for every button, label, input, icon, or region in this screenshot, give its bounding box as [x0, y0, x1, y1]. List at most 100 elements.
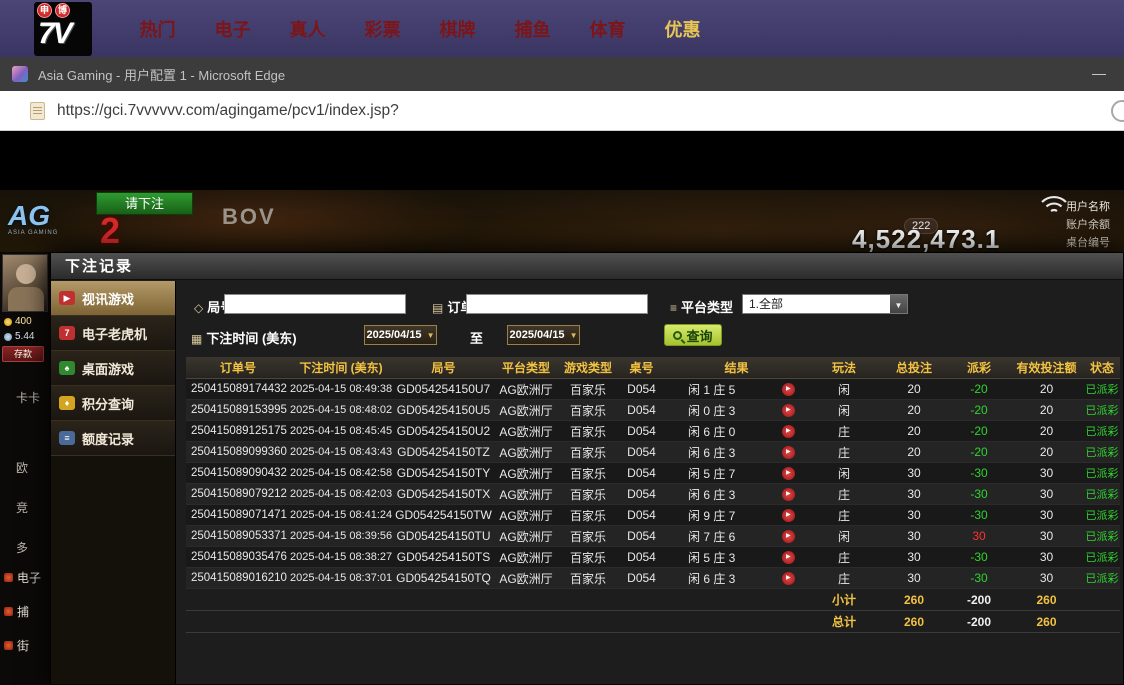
- play-video-button[interactable]: [782, 572, 795, 585]
- col-header-validbet: 有效投注额: [1009, 359, 1084, 376]
- cell-time: 2025-04-15 08:39:56: [290, 530, 392, 542]
- cell-time: 2025-04-15 08:41:24: [290, 509, 392, 521]
- browser-addressbar: https://gci.7vvvvvv.com/agingame/pcv1/in…: [0, 91, 1124, 131]
- game-lobby-header: AG ASIA GAMING 请下注 2 BOV 222 4,522,473.1…: [0, 190, 1124, 253]
- lobby-menu-item[interactable]: 多: [0, 538, 50, 558]
- lobby-menu-item[interactable]: 欧: [0, 458, 50, 478]
- chevron-down-icon[interactable]: [890, 295, 907, 313]
- menu-item-label: 额度记录: [82, 429, 134, 448]
- search-button[interactable]: 查询: [664, 324, 722, 346]
- menu-item-icon: 7: [59, 326, 75, 340]
- modal-menu-item[interactable]: ♦ 积分查询: [51, 386, 175, 421]
- cell-gametype: 百家乐: [557, 381, 619, 398]
- modal-menu-item[interactable]: ≡ 额度记录: [51, 421, 175, 456]
- cell-validbet: 30: [1009, 529, 1084, 543]
- cell-tableno: D054: [619, 382, 664, 396]
- col-header-totalbet: 总投注: [879, 359, 949, 376]
- cell-platform: AG欧洲厅: [495, 444, 557, 461]
- lobby-menu-item[interactable]: 竞: [0, 498, 50, 518]
- date-from-select[interactable]: 2025/04/15: [364, 325, 437, 345]
- modal-menu-item[interactable]: 7 电子老虎机: [51, 316, 175, 351]
- nav-item[interactable]: 优惠: [645, 16, 720, 42]
- play-video-button[interactable]: [782, 404, 795, 417]
- deposit-button[interactable]: 存款: [2, 346, 44, 362]
- minimize-button[interactable]: —: [1092, 65, 1106, 81]
- cell-round: GD054254150TX: [392, 487, 495, 501]
- url-text[interactable]: https://gci.7vvvvvv.com/agingame/pcv1/in…: [57, 102, 399, 120]
- nav-item[interactable]: 真人: [270, 16, 345, 42]
- grandtotal-totalbet: 260: [879, 615, 949, 629]
- cell-time: 2025-04-15 08:43:43: [290, 446, 392, 458]
- nav-item[interactable]: 彩票: [345, 16, 420, 42]
- table-row: 250415089053371 2025-04-15 08:39:56 GD05…: [186, 526, 1120, 547]
- date-to-select[interactable]: 2025/04/15: [507, 325, 580, 345]
- play-video-button[interactable]: [782, 551, 795, 564]
- cell-tableno: D054: [619, 445, 664, 459]
- cell-playtype: 闲: [809, 465, 879, 482]
- cell-gametype: 百家乐: [557, 423, 619, 440]
- coin-icon: [4, 318, 12, 326]
- cell-order: 250415089053371: [186, 530, 290, 542]
- cell-status: 已派彩: [1084, 549, 1120, 565]
- cell-gametype: 百家乐: [557, 465, 619, 482]
- nav-item[interactable]: 捕鱼: [495, 16, 570, 42]
- menu-item-label: 电子老虎机: [82, 324, 147, 343]
- cell-tableno: D054: [619, 403, 664, 417]
- play-video-button[interactable]: [782, 446, 795, 459]
- cell-platform: AG欧洲厅: [495, 486, 557, 503]
- cell-tableno: D054: [619, 571, 664, 585]
- cell-payout: -20: [949, 445, 1009, 459]
- cell-totalbet: 30: [879, 550, 949, 564]
- round-input[interactable]: [224, 294, 406, 314]
- modal-menu-item[interactable]: ♠ 桌面游戏: [51, 351, 175, 386]
- cell-order: 250415089079212: [186, 488, 290, 500]
- coin-value: 400: [15, 316, 32, 327]
- cell-playtype: 庄: [809, 549, 879, 566]
- play-video-button[interactable]: [782, 467, 795, 480]
- cell-order: 250415089090432: [186, 467, 290, 479]
- play-video-button[interactable]: [782, 488, 795, 501]
- lobby-menu-item[interactable]: 电子: [0, 568, 50, 588]
- grandtotal-label: 总计: [809, 613, 879, 630]
- cell-round: GD054254150TY: [392, 466, 495, 480]
- badge-shen: 申: [37, 3, 52, 18]
- modal-body: ▶ 视讯游戏 7 电子老虎机 ♠ 桌面游戏 ♦: [51, 281, 1123, 684]
- cell-time: 2025-04-15 08:49:38: [290, 383, 392, 395]
- cell-totalbet: 30: [879, 487, 949, 501]
- menu-item-icon: ♦: [59, 396, 75, 410]
- list-icon: [670, 301, 677, 315]
- cell-round: GD054254150TW: [392, 508, 495, 522]
- play-video-button[interactable]: [782, 383, 795, 396]
- menu-item-icon: ♠: [59, 361, 75, 375]
- cell-playtype: 闲: [809, 528, 879, 545]
- secondary-balance: 5.44: [4, 331, 34, 342]
- col-header-round: 局号: [392, 359, 495, 376]
- browser-titlebar: Asia Gaming - 用户配置 1 - Microsoft Edge —: [0, 57, 1124, 91]
- nav-item[interactable]: 热门: [120, 16, 195, 42]
- cell-validbet: 30: [1009, 550, 1084, 564]
- nav-item[interactable]: 体育: [570, 16, 645, 42]
- cell-round: GD054254150U2: [392, 424, 495, 438]
- col-header-payout: 派彩: [949, 359, 1009, 376]
- search-icon: [673, 331, 682, 340]
- modal-menu-item[interactable]: ▶ 视讯游戏: [51, 281, 175, 316]
- platform-select[interactable]: 1.全部: [742, 294, 908, 314]
- nav-item[interactable]: 棋牌: [420, 16, 495, 42]
- cell-order: 250415089125175: [186, 425, 290, 437]
- lobby-menu-item[interactable]: 捕: [0, 602, 50, 622]
- cell-gametype: 百家乐: [557, 402, 619, 419]
- lobby-menu-item[interactable]: 卡卡: [0, 388, 50, 408]
- play-video-button[interactable]: [782, 530, 795, 543]
- grandtotal-validbet: 260: [1009, 615, 1084, 629]
- cell-playtype: 庄: [809, 444, 879, 461]
- subtotal-row: 小计 260 -200 260: [186, 589, 1120, 611]
- refresh-icon[interactable]: [1111, 100, 1124, 122]
- play-video-button[interactable]: [782, 509, 795, 522]
- cell-validbet: 20: [1009, 403, 1084, 417]
- lobby-menu-item[interactable]: 街: [0, 636, 50, 656]
- order-input[interactable]: [466, 294, 648, 314]
- play-video-button[interactable]: [782, 425, 795, 438]
- cell-payout: -30: [949, 466, 1009, 480]
- nav-item[interactable]: 电子: [195, 16, 270, 42]
- site-logo[interactable]: 申 博 7V: [34, 2, 92, 56]
